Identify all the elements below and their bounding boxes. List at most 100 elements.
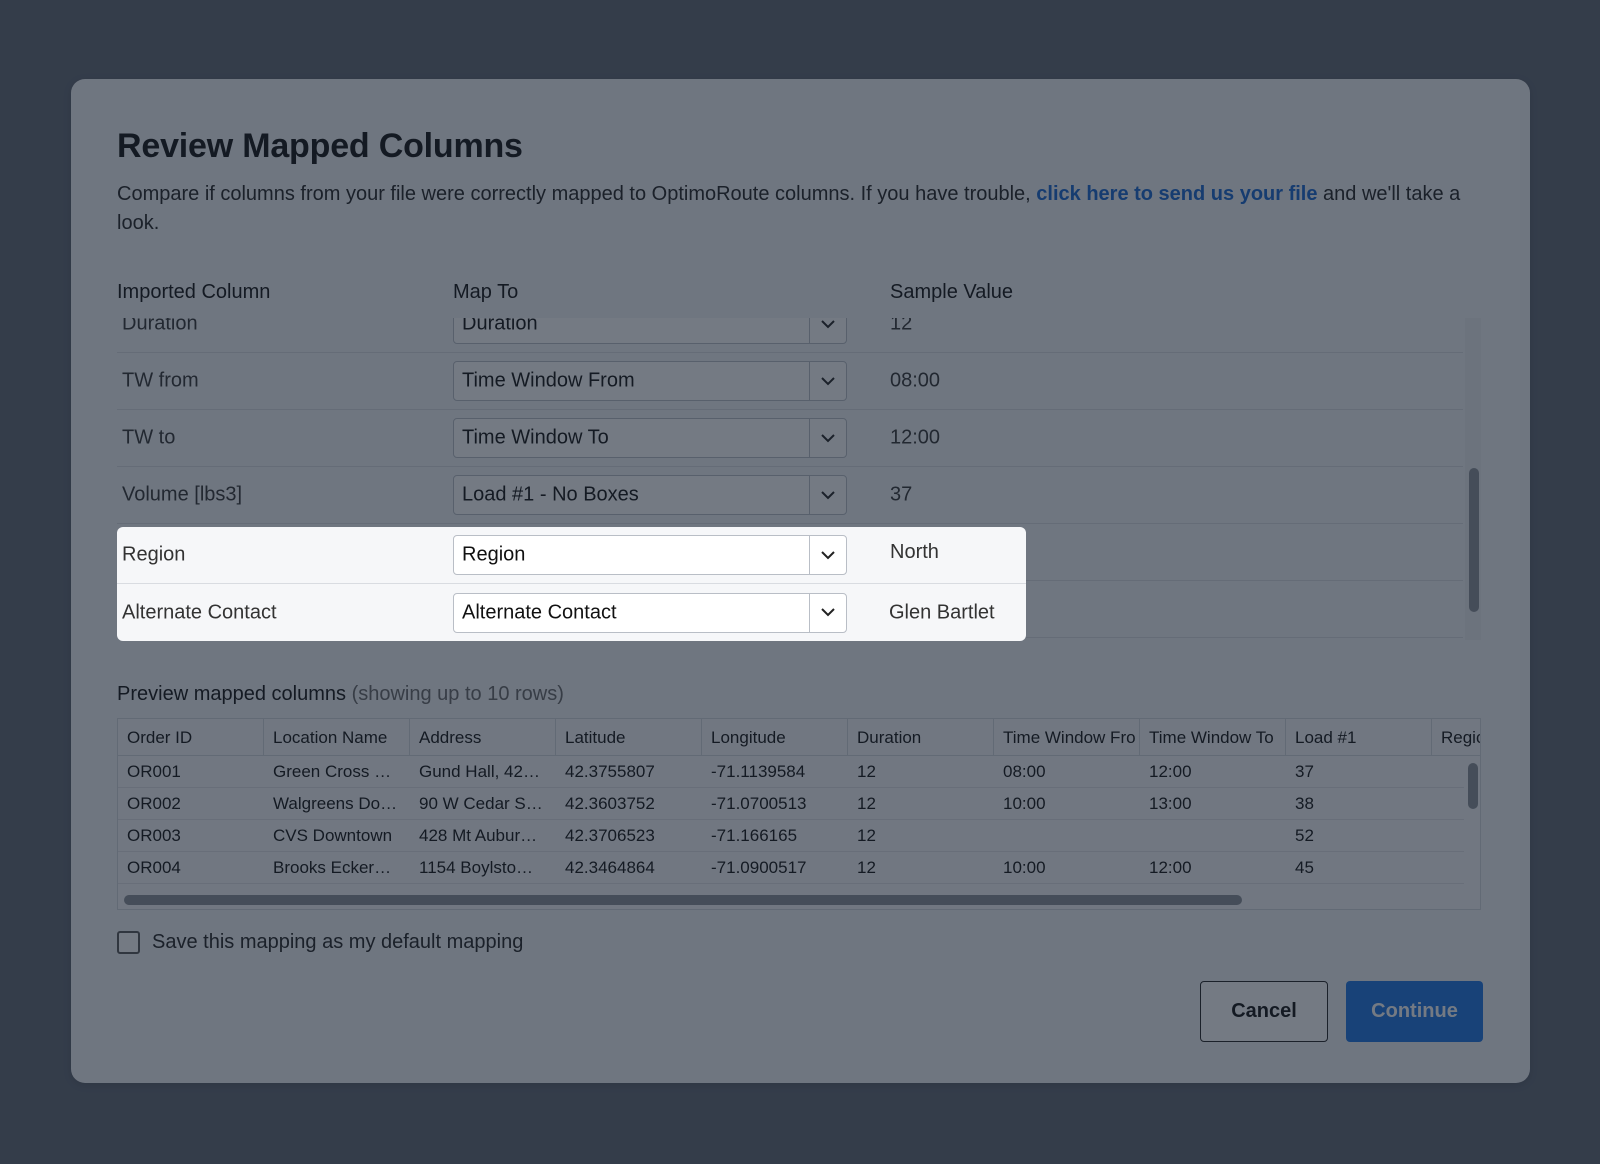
send-file-link[interactable]: click here to send us your file — [1036, 183, 1317, 205]
chevron-down-icon[interactable] — [809, 419, 846, 457]
mapping-row: Duration Duration 12 — [117, 318, 1463, 353]
table-cell: CVS Downtown — [273, 826, 393, 845]
column-header: Latitude — [556, 719, 702, 756]
map-to-value: Time Window To — [462, 426, 609, 449]
map-to-value: Alternate Contact — [462, 601, 617, 623]
table-cell: 52 — [1295, 826, 1314, 845]
table-cell: 12:00 — [1149, 762, 1192, 781]
map-to-select[interactable]: Time Window From — [453, 361, 847, 401]
table-cell: -71.166165 — [711, 826, 798, 845]
map-to-select[interactable]: Region — [453, 535, 847, 575]
chevron-down-icon[interactable] — [809, 318, 846, 343]
chevron-down-icon[interactable] — [809, 476, 846, 514]
table-cell: 38 — [1295, 794, 1314, 813]
mapping-row: TW to Time Window To 12:00 — [117, 410, 1463, 467]
mapping-scrollbar-thumb[interactable] — [1469, 468, 1479, 612]
preview-vertical-scrollbar[interactable] — [1468, 763, 1478, 809]
dialog-description: Compare if columns from your file were c… — [117, 180, 1487, 238]
preview-subtitle: (showing up to 10 rows) — [351, 683, 564, 705]
table-row: OR003 CVS Downtown 428 Mt Aubur… 42.3706… — [118, 820, 1464, 852]
highlighted-mapping-rows: Region Region North Alternate Contact Al… — [117, 527, 1026, 641]
mapping-row-region: Region Region North — [117, 527, 1026, 584]
column-header: Time Window Fro — [994, 719, 1140, 756]
preview-table[interactable]: Order ID Location Name Address Latitude … — [117, 718, 1481, 910]
table-row: OR001 Green Cross … Gund Hall, 42… 42.37… — [118, 756, 1464, 788]
column-header: Duration — [848, 719, 994, 756]
column-header: Longitude — [702, 719, 848, 756]
sample-value: North — [890, 541, 939, 564]
map-to-value: Load #1 - No Boxes — [462, 483, 639, 506]
table-row: OR004 Brooks Ecker… 1154 Boylsto… 42.346… — [118, 852, 1464, 884]
table-cell: 12 — [857, 762, 876, 781]
table-cell: OR003 — [127, 826, 181, 845]
table-cell: Gund Hall, 42… — [419, 762, 540, 781]
imported-column-header: Imported Column — [117, 281, 271, 303]
continue-button[interactable]: Continue — [1346, 981, 1483, 1042]
table-cell: 42.3755807 — [565, 762, 655, 781]
map-to-select[interactable]: Time Window To — [453, 418, 847, 458]
table-cell: 1154 Boylsto… — [419, 858, 534, 877]
column-header: Regic — [1441, 728, 1481, 747]
map-to-value: Duration — [462, 318, 538, 335]
table-cell: 90 W Cedar S… — [419, 794, 543, 813]
column-header: Order ID — [118, 719, 264, 756]
table-row: OR002 Walgreens Do… 90 W Cedar S… 42.360… — [118, 788, 1464, 820]
sample-value: 08:00 — [890, 369, 941, 392]
imported-column-name: Volume [lbs3] — [122, 483, 243, 506]
sample-value: 12:00 — [890, 426, 941, 449]
table-cell: 12 — [857, 858, 876, 877]
table-cell: 428 Mt Aubur… — [419, 826, 538, 845]
map-to-header: Map To — [453, 281, 519, 303]
preview-table-header: Order ID Location Name Address Latitude … — [118, 719, 1481, 756]
chevron-down-icon[interactable] — [809, 593, 846, 632]
table-cell: OR001 — [127, 762, 181, 781]
dialog-title: Review Mapped Columns — [117, 127, 523, 165]
table-cell: 12 — [857, 826, 876, 845]
table-cell: -71.0900517 — [711, 858, 807, 877]
table-cell: Walgreens Do… — [273, 794, 398, 813]
cancel-button[interactable]: Cancel — [1200, 981, 1328, 1042]
sample-value: 12 — [890, 318, 913, 335]
table-cell: 08:00 — [1003, 762, 1046, 781]
table-cell: 42.3706523 — [565, 826, 655, 845]
description-text-before: Compare if columns from your file were c… — [117, 183, 1037, 205]
table-cell: OR002 — [127, 794, 181, 813]
table-cell: 13:00 — [1149, 794, 1192, 813]
sample-value: Glen Bartlet — [889, 601, 995, 623]
preview-title: Preview mapped columns (showing up to 10… — [117, 683, 564, 706]
imported-column-name: Duration — [122, 318, 198, 335]
default-mapping-label[interactable]: Save this mapping as my default mapping — [152, 931, 523, 954]
map-to-value: Region — [462, 543, 526, 566]
column-header: Load #1 — [1286, 719, 1432, 756]
chevron-down-icon[interactable] — [809, 536, 846, 574]
column-header: Time Window To — [1140, 719, 1286, 756]
table-cell: 12 — [857, 794, 876, 813]
imported-column-name: Alternate Contact — [122, 601, 277, 623]
table-cell: -71.1139584 — [711, 762, 806, 781]
preview-horizontal-scrollbar[interactable] — [124, 895, 1242, 905]
imported-column-name: TW from — [122, 369, 199, 392]
map-to-value: Time Window From — [462, 369, 635, 392]
table-cell: 10:00 — [1003, 794, 1046, 813]
sample-value-header: Sample Value — [890, 281, 1014, 303]
map-to-select[interactable]: Duration — [453, 318, 847, 344]
table-cell: 12:00 — [1149, 858, 1192, 877]
table-cell: 42.3603752 — [565, 794, 655, 813]
mapping-row: Volume [lbs3] Load #1 - No Boxes 37 — [117, 467, 1463, 524]
default-mapping-option[interactable]: Save this mapping as my default mapping — [117, 931, 523, 954]
table-cell: Brooks Ecker… — [273, 858, 392, 877]
table-cell: 37 — [1295, 762, 1314, 781]
default-mapping-checkbox[interactable] — [117, 931, 140, 954]
map-to-select[interactable]: Load #1 - No Boxes — [453, 475, 847, 515]
column-header: Location Name — [264, 719, 410, 756]
map-to-select[interactable]: Alternate Contact — [453, 592, 847, 633]
mapping-row: TW from Time Window From 08:00 — [117, 353, 1463, 410]
sample-value: 37 — [890, 483, 913, 506]
chevron-down-icon[interactable] — [809, 362, 846, 400]
imported-column-name: Region — [122, 543, 186, 566]
mapping-row-alternate-contact: Alternate Contact Alternate Contact Glen… — [117, 584, 1026, 641]
table-cell: OR004 — [127, 858, 181, 877]
table-cell — [994, 820, 1140, 852]
table-cell: -71.0700513 — [711, 794, 807, 813]
table-cell — [1140, 820, 1286, 852]
